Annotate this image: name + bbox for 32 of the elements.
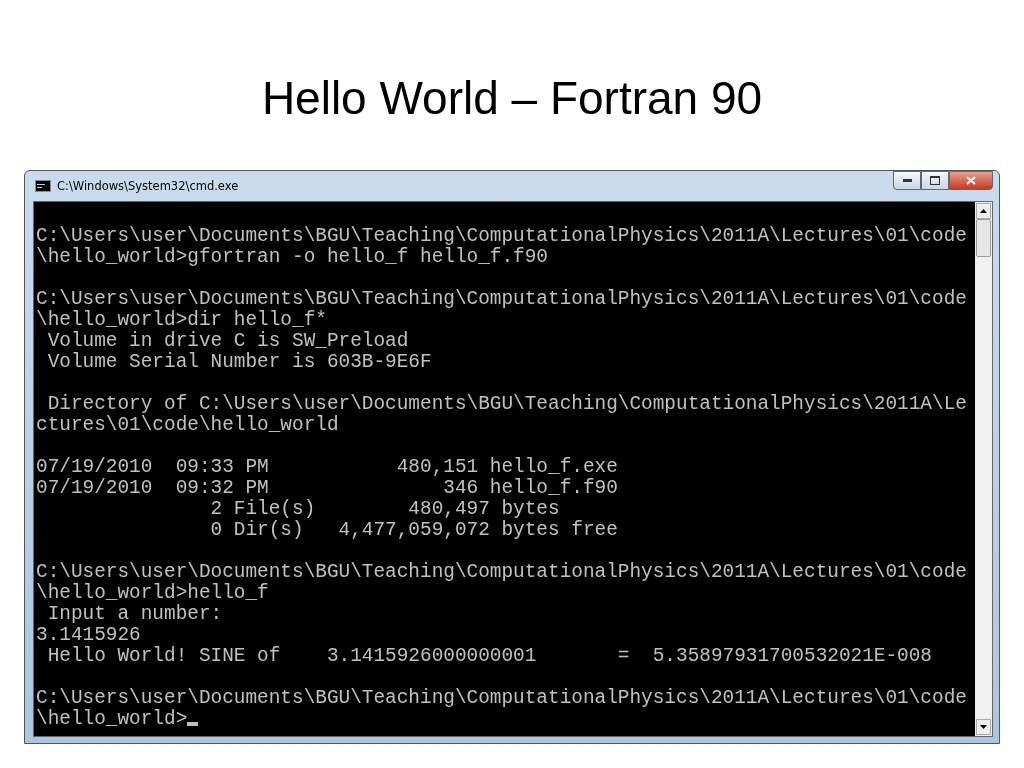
scrollbar-thumb[interactable] <box>976 219 991 257</box>
console-line: 0 Dir(s) 4,477,059,072 bytes free <box>209 520 619 541</box>
console-line: Volume Serial Number is 603B-9E6F <box>46 352 433 373</box>
console-line: Directory of C:\Users\user\Documents\BGU\Teaching\ComputationalPhysics\2011A\Le <box>46 394 968 415</box>
maximize-button[interactable] <box>921 171 949 190</box>
maximize-icon <box>930 176 940 185</box>
minimize-button[interactable] <box>893 171 921 190</box>
console-line: Input a number: <box>46 604 224 625</box>
close-button[interactable] <box>949 171 993 190</box>
close-icon <box>966 176 976 185</box>
console-line: 2 File(s) 480,497 bytes <box>209 499 561 520</box>
console-line: C:\Users\user\Documents\BGU\Teaching\ComputationalPhysics\2011A\Lectures\01\code <box>36 289 968 310</box>
console-line: \hello_world>gfortran -o hello_f hello_f.f90 <box>36 247 549 268</box>
console-line: \hello_world>dir hello_f* <box>36 310 328 331</box>
console-line: 07/19/2010 09:33 PM 480,151 hello_f.exe <box>36 457 619 478</box>
slide-title: Hello World – Fortran 90 <box>261 71 763 126</box>
scrollbar[interactable] <box>975 202 992 736</box>
console-line: 3.1415926 <box>36 625 142 646</box>
console-line: C:\Users\user\Documents\BGU\Teaching\ComputationalPhysics\2011A\Lectures\01\code <box>36 688 968 709</box>
console-line: Volume in drive C is SW_Preload <box>46 331 410 352</box>
scroll-up-icon[interactable] <box>976 203 991 219</box>
console-line: \hello_world>hello_f <box>36 583 270 604</box>
console-line: C:\Users\user\Documents\BGU\Teaching\ComputationalPhysics\2011A\Lectures\01\code <box>36 562 968 583</box>
console-line: ctures\01\code\hello_world <box>36 415 340 436</box>
console-line: \hello_world> <box>36 709 975 730</box>
scroll-down-icon[interactable] <box>976 719 991 735</box>
window-title: C:\Windows\System32\cmd.exe <box>57 179 239 193</box>
console-line: Hello World! SINE of 3.1415926000000001 = 5.35897931700532021E-008 <box>46 646 933 667</box>
minimize-icon <box>902 179 912 182</box>
console-icon <box>35 180 51 192</box>
console-line: 07/19/2010 09:32 PM 346 hello_f.f90 <box>36 478 619 499</box>
console-line: C:\Users\user\Documents\BGU\Teaching\ComputationalPhysics\2011A\Lectures\01\code <box>36 226 968 247</box>
